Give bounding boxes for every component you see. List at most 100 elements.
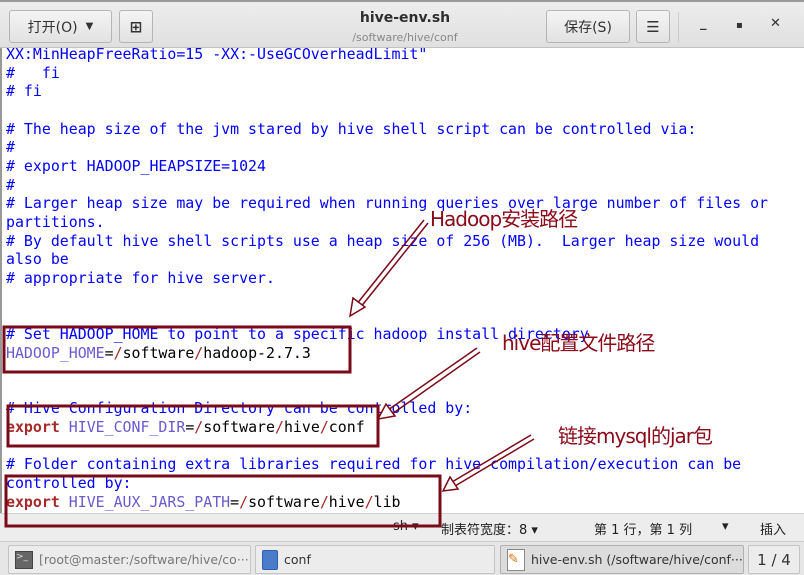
code-line: XX:MinHeapFreeRatio=15 -XX:-UseGCOverhea… (6, 48, 768, 64)
code-line: also be (6, 250, 768, 269)
taskbar-label: hive-env.sh (/software/hive/conf··· (531, 552, 743, 567)
code-line: # fi (6, 64, 768, 83)
code-content[interactable]: XX:MinHeapFreeRatio=15 -XX:-UseGCOverhea… (6, 48, 768, 511)
code-line: # export HADOOP_HEAPSIZE=1024 (6, 157, 768, 176)
taskbar: >_ [root@master:/software/hive/co··· conf… (0, 541, 804, 575)
taskbar-item-editor[interactable]: ✎ hive-env.sh (/software/hive/conf··· (500, 545, 744, 574)
divider (678, 12, 679, 42)
code-token: software (122, 343, 195, 362)
code-token: HADOOP_HOME (6, 343, 105, 362)
code-line: # (6, 176, 768, 195)
code-line: # appropriate for hive server. (6, 269, 768, 288)
code-token: # (6, 138, 15, 157)
taskbar-item-conf[interactable]: conf (255, 545, 495, 574)
hamburger-icon: ☰ (646, 17, 660, 36)
code-token: partitions. (6, 212, 105, 231)
code-token: # Set HADOOP_HOME to point to a specific… (6, 324, 589, 343)
code-token: # (6, 175, 15, 194)
code-token: hive (328, 492, 365, 511)
code-line: # Folder containing extra libraries requ… (6, 455, 768, 474)
status-bar: sh ▾ 制表符宽度：8 ▾ 第 1 行，第 1 列 ▾ 插入 (0, 513, 804, 541)
code-token: # fi (6, 63, 60, 82)
code-line: # By default hive shell scripts use a he… (6, 232, 768, 251)
chevron-down-icon: ▼ (85, 21, 94, 32)
code-token: / (194, 418, 204, 437)
code-token: # The heap size of the jvm stared by hiv… (6, 119, 697, 138)
open-label: 打开(O) (27, 19, 78, 36)
code-token: # appropriate for hive server. (6, 268, 275, 287)
code-token: export (6, 418, 60, 437)
text-editor-area[interactable]: XX:MinHeapFreeRatio=15 -XX:-UseGCOverhea… (0, 48, 804, 513)
code-token: # Folder containing extra libraries requ… (6, 455, 742, 474)
code-token: = (185, 418, 195, 437)
code-line: # Hive Configuration Directory can be co… (6, 399, 768, 418)
code-line: partitions. (6, 213, 768, 232)
window-title: hive-env.sh (359, 10, 451, 26)
close-button[interactable]: ✕ (770, 16, 781, 31)
code-line: # Larger heap size may be required when … (6, 194, 768, 213)
code-token: lib (373, 492, 401, 511)
code-line: # (6, 138, 768, 157)
taskbar-label: [root@master:/software/hive/co··· (39, 552, 249, 567)
language-selector[interactable]: sh ▾ (393, 519, 419, 534)
save-button[interactable]: 保存(S) (546, 10, 630, 43)
tab-width-selector[interactable]: 制表符宽度：8 ▾ (441, 519, 538, 538)
code-token: software (203, 418, 275, 437)
new-document-button[interactable]: ⊞ (119, 10, 153, 43)
code-token: hive (283, 418, 320, 437)
code-token: = (104, 343, 114, 362)
code-line: # The heap size of the jvm stared by hiv… (6, 120, 768, 139)
code-line: # fi (6, 82, 768, 101)
code-token: / (194, 343, 204, 362)
code-line: export HIVE_CONF_DIR=/software/hive/conf (6, 418, 768, 437)
code-token: hadoop-2.7.3 (203, 343, 311, 362)
code-token: conf (328, 418, 365, 437)
code-line: export HIVE_AUX_JARS_PATH=/software/hive… (6, 493, 768, 512)
menu-button[interactable]: ☰ (636, 10, 670, 43)
code-line: controlled by: (6, 474, 768, 493)
code-token: export (6, 492, 60, 511)
save-label: 保存(S) (564, 19, 612, 36)
window-subtitle: /software/hive/conf (352, 31, 458, 44)
code-token: HIVE_CONF_DIR (68, 418, 186, 437)
code-token: XX:MinHeapFreeRatio=15 -XX:-UseGCOverhea… (6, 48, 428, 63)
code-token: # Hive Configuration Directory can be co… (6, 399, 473, 418)
code-token: also be (6, 250, 69, 269)
file-cabinet-icon (262, 549, 278, 570)
header-bar: 打开(O) ▼ ⊞ hive-env.sh /software/hive/conf… (0, 0, 804, 48)
code-token: HIVE_AUX_JARS_PATH (68, 492, 231, 511)
code-token: / (113, 343, 123, 362)
minimize-button[interactable]: _ (700, 16, 707, 31)
code-token: / (319, 492, 329, 511)
code-token: # Larger heap size may be required when … (6, 194, 769, 213)
open-button[interactable]: 打开(O) ▼ (9, 10, 112, 43)
code-token: # export HADOOP_HEAPSIZE=1024 (6, 156, 266, 175)
workspace-pager[interactable]: 1 / 4 (748, 545, 800, 574)
code-token: # fi (6, 82, 42, 101)
code-line: HADOOP_HOME=/software/hadoop-2.7.3 (6, 344, 768, 363)
pager-label: 1 / 4 (757, 550, 791, 569)
taskbar-item-terminal[interactable]: >_ [root@master:/software/hive/co··· (8, 545, 251, 574)
maximize-button[interactable]: ▪ (736, 20, 743, 31)
code-token: / (274, 418, 284, 437)
code-token: / (239, 492, 249, 511)
code-token: software (248, 492, 320, 511)
code-token: # By default hive shell scripts use a he… (6, 231, 760, 250)
new-document-icon: ⊞ (129, 17, 143, 36)
insert-mode: 插入 (760, 523, 787, 538)
code-token: / (364, 492, 374, 511)
cursor-position[interactable]: 第 1 行，第 1 列 (594, 519, 692, 538)
code-token: = (230, 492, 240, 511)
text-editor-icon: ✎ (507, 548, 525, 571)
chevron-down-icon[interactable]: ▾ (722, 519, 729, 534)
code-token: controlled by: (6, 474, 132, 493)
taskbar-label: conf (284, 552, 311, 567)
